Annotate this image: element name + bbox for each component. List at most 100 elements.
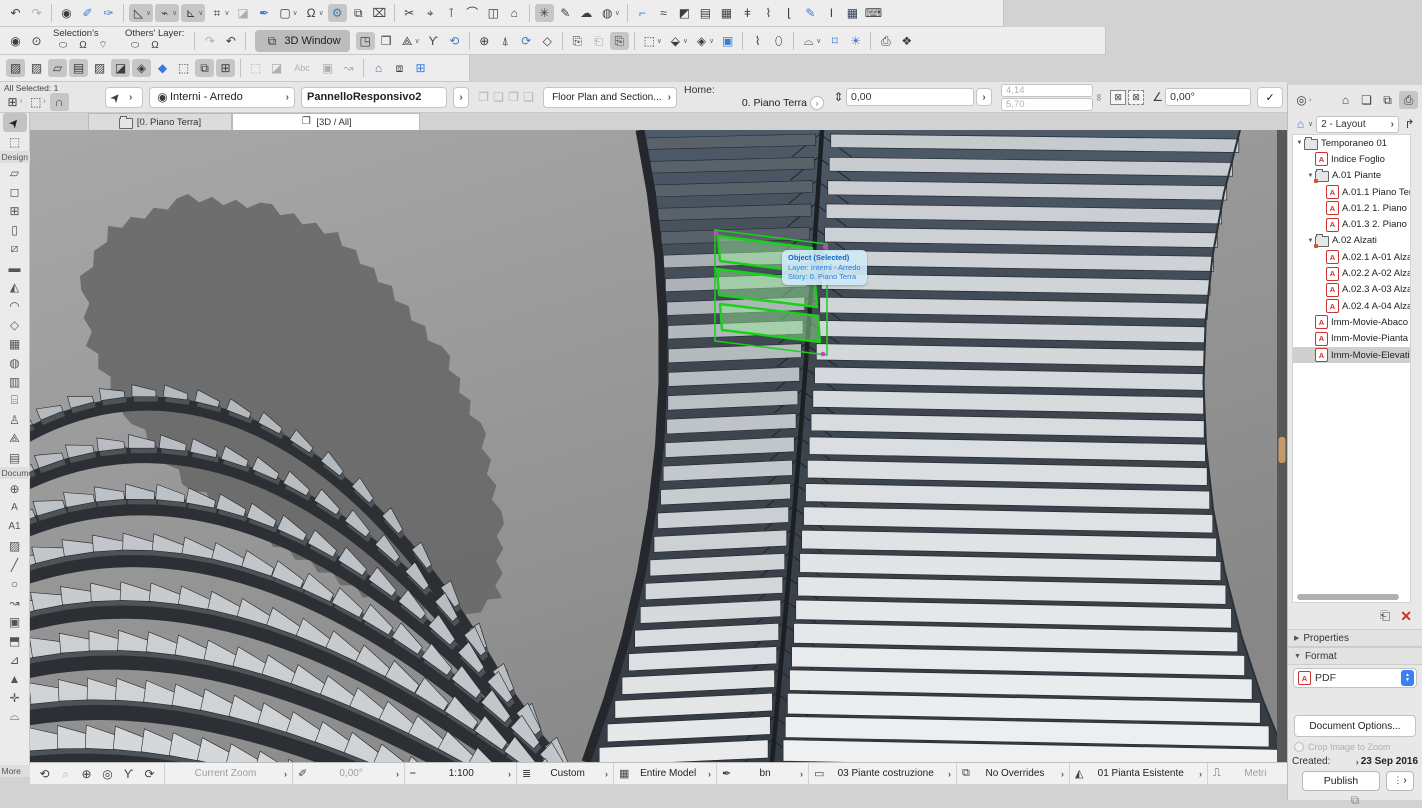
publisher-icon[interactable]: ⎙ — [1399, 91, 1418, 109]
chevron-icon[interactable]: › — [708, 769, 711, 779]
cube-icon[interactable]: ❏ — [521, 89, 536, 105]
selection-lock-icon[interactable]: Ω — [74, 39, 92, 53]
status-renovation-filter[interactable]: ◭01 Pianta Esistente› — [1069, 763, 1207, 784]
angle-input[interactable]: 0,00° — [1165, 88, 1251, 106]
i-beam-icon[interactable]: I — [822, 4, 841, 22]
chevron-icon[interactable]: › — [1061, 769, 1064, 779]
zoom-back-icon[interactable]: ⟲ — [35, 765, 54, 783]
dim-12-icon[interactable]: ⊞ — [216, 59, 235, 77]
chevron-icon[interactable]: ∨ — [198, 9, 203, 17]
tool-elevation[interactable]: ▲ — [3, 669, 27, 688]
status-dimensions-pref[interactable]: ⎍Metri› — [1207, 763, 1299, 784]
tool-lamp[interactable]: ⟁ — [3, 429, 27, 448]
cube-icon[interactable]: ❐ — [476, 89, 491, 105]
sun-study-icon[interactable]: ☀ — [846, 32, 865, 50]
tree-item[interactable]: AA.02.1 A-01 Alzato No — [1293, 249, 1410, 265]
project-map-icon[interactable]: ⌂ — [1336, 91, 1355, 109]
expand-arrow-icon[interactable]: ▼ — [1306, 238, 1315, 244]
wall-end-icon[interactable]: ⌐ — [633, 4, 652, 22]
tool-marquee[interactable]: ⬚ — [3, 132, 27, 151]
floorplan-display-dropdown[interactable]: Floor Plan and Section...› — [543, 87, 677, 108]
undo-icon[interactable]: ↶ — [6, 4, 25, 22]
tool-door[interactable]: ◻ — [3, 182, 27, 201]
status-structure-display[interactable]: ▦Entire Model› — [613, 763, 716, 784]
frame-icon[interactable]: ⬚ — [174, 59, 193, 77]
tree-item[interactable]: AA.01.1 Piano Terra — [1293, 184, 1410, 200]
publish-options-button[interactable]: ⋮› — [1386, 771, 1414, 791]
sel-gray-icon[interactable]: ⬚ — [246, 59, 265, 77]
redo-icon[interactable]: ↷ — [27, 4, 46, 22]
tree-item[interactable]: AImm-Movie-Elevation — [1293, 347, 1410, 363]
favorite-dropdown[interactable]: PannelloResponsivo2 — [301, 87, 447, 108]
tool-line[interactable]: ╱ — [3, 555, 27, 574]
tool-roof[interactable]: ◭ — [3, 277, 27, 296]
brush-icon[interactable]: ⌇ — [759, 4, 778, 22]
tool-polyline[interactable]: ↝ — [3, 593, 27, 612]
grid-hatch-icon[interactable]: ▦ — [717, 4, 736, 22]
format-section-header[interactable]: ▼Format — [1288, 647, 1422, 665]
tree-horizontal-scrollbar[interactable] — [1297, 594, 1399, 600]
marquee-3d-icon[interactable]: ⬚∨ — [640, 32, 664, 50]
chevron-icon[interactable]: › — [508, 769, 511, 779]
place-tree-icon[interactable]: ⍋ — [496, 32, 515, 50]
chevron-icon[interactable]: › — [396, 769, 399, 779]
tree-item[interactable]: AA.01.3 2. Piano — [1293, 216, 1410, 232]
intersect-icon[interactable]: ◫ — [484, 4, 503, 22]
default-settings-button[interactable]: ⊞› — [3, 93, 24, 111]
cube-icon[interactable]: ❒ — [506, 89, 521, 105]
tool-object[interactable]: ♙ — [3, 410, 27, 429]
tree-item[interactable]: AIndice Foglio — [1293, 151, 1410, 167]
tool-beam[interactable]: ⧄ — [3, 239, 27, 258]
gravity-icon[interactable]: ⚙ — [328, 4, 347, 22]
chevron-icon[interactable]: ∨ — [415, 37, 420, 45]
zoom-prev-icon[interactable]: ⌕ — [56, 765, 75, 783]
disclosure-icon[interactable]: › — [1356, 757, 1359, 767]
layer-dropdown[interactable]: ◉Interni - Arredo› — [149, 87, 295, 108]
publish-button[interactable]: Publish — [1302, 771, 1380, 791]
fill-4-icon[interactable]: ▨ — [90, 59, 109, 77]
keyboard-icon[interactable]: ▦ — [843, 4, 862, 22]
fill-trapezoid-icon[interactable]: ▱ — [48, 59, 67, 77]
img-gray-icon[interactable]: ▣ — [318, 59, 337, 77]
perspective-icon[interactable]: ◳ — [356, 32, 375, 50]
tool-slab[interactable]: ▬ — [3, 258, 27, 277]
abc-icon[interactable]: Abc — [288, 59, 316, 77]
rotate-model-icon[interactable]: ⟳ — [517, 32, 536, 50]
selection-show-icon[interactable]: ⬭ — [54, 39, 72, 53]
tool-drawing[interactable]: ⬒ — [3, 631, 27, 650]
status-layer-combination[interactable]: ≣Custom› — [516, 763, 613, 784]
solid-ops-icon[interactable]: ⬙∨ — [666, 32, 690, 50]
tool-circle[interactable]: ○ — [3, 574, 27, 593]
chevron-icon[interactable]: › — [800, 769, 803, 779]
book-3d-icon[interactable]: ⧈ — [390, 59, 409, 77]
expand-arrow-icon[interactable]: ▼ — [1306, 173, 1315, 179]
up-level-button[interactable]: ↱ — [1400, 115, 1419, 133]
tab-floor-plan[interactable]: [0. Piano Terra] — [88, 113, 232, 130]
zoom-selection-icon[interactable]: ⌖ — [421, 4, 440, 22]
drop-icon[interactable]: ◆ — [153, 59, 172, 77]
chevron-icon[interactable]: › — [284, 769, 287, 779]
walk-icon[interactable]: ϒ — [424, 32, 443, 50]
document-options-button[interactable]: Document Options... — [1294, 715, 1416, 737]
relative-origin-icon[interactable]: ⊠ — [1128, 90, 1144, 105]
layout-book-icon[interactable]: ⧉ — [1378, 91, 1397, 109]
image-add-icon[interactable]: ⊞ — [411, 59, 430, 77]
cloud-save-icon[interactable]: ☁ — [577, 4, 596, 22]
transfer-settings-icon[interactable]: ⎘ — [610, 32, 629, 50]
roof-pitch-icon[interactable]: ◩ — [675, 4, 694, 22]
lock-icon[interactable]: Ω∨ — [302, 4, 326, 22]
tree-item[interactable]: AA.01.2 1. Piano — [1293, 200, 1410, 216]
apply-style-button[interactable]: ✓ — [1257, 87, 1283, 108]
copy-settings-icon[interactable]: ⎘ — [568, 32, 587, 50]
chevron-icon[interactable]: ∨ — [293, 9, 298, 17]
zoom-in-icon[interactable]: ⊕ — [77, 765, 96, 783]
profile-icon[interactable]: ⌊ — [780, 4, 799, 22]
height-input[interactable]: 0,00 — [846, 88, 974, 106]
tool-section[interactable]: ⊿ — [3, 650, 27, 669]
arrow-tool-dropdown[interactable]: ➤› — [105, 87, 143, 108]
others-lock-icon[interactable]: Ω — [146, 39, 164, 53]
viewport-scrollbar-thumb[interactable] — [1279, 437, 1286, 463]
3d-scene[interactable] — [30, 130, 1287, 762]
chevron-icon[interactable]: ∨ — [172, 9, 177, 17]
inject-parameters-icon[interactable]: ✐ — [78, 4, 97, 22]
